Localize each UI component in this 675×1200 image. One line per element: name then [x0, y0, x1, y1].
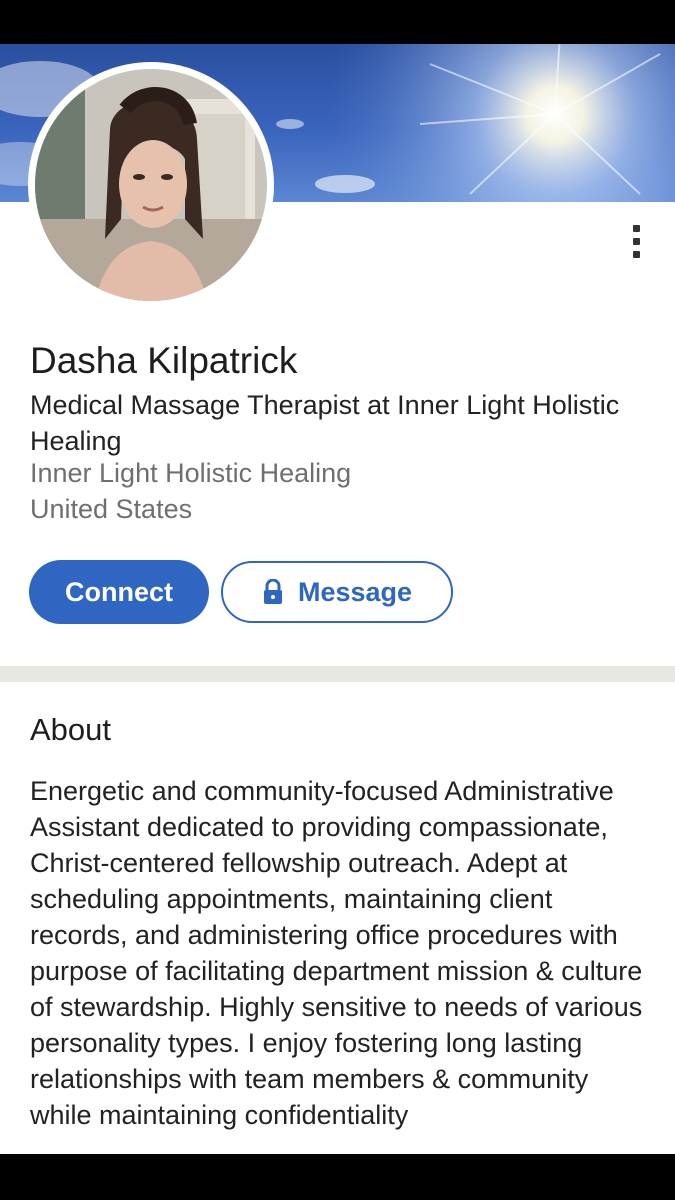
more-vertical-icon: [632, 224, 640, 232]
more-options-button[interactable]: [621, 220, 651, 262]
message-button[interactable]: Message: [221, 561, 453, 623]
profile-headline: Medical Massage Therapist at Inner Light…: [30, 390, 620, 456]
connect-button[interactable]: Connect: [29, 560, 209, 624]
profile-name: Dasha Kilpatrick: [30, 340, 298, 381]
bottom-black-bar: [0, 1154, 675, 1200]
profile-location: United States: [30, 494, 193, 524]
profile-photo[interactable]: [28, 62, 274, 308]
top-black-bar: [0, 0, 675, 44]
message-button-label: Message: [297, 576, 413, 607]
section-divider: [0, 666, 675, 682]
profile-screen: Dasha Kilpatrick Medical Massage Therapi…: [0, 44, 675, 1154]
profile-company[interactable]: Inner Light Holistic Healing: [30, 458, 351, 489]
lock-icon: [263, 579, 282, 604]
about-heading: About: [30, 712, 112, 747]
avatar-image: [35, 69, 267, 301]
more-vertical-icon-dot: [632, 250, 640, 258]
about-text: Energetic and community-focused Administ…: [30, 776, 643, 1130]
more-vertical-icon-dot: [632, 237, 640, 245]
